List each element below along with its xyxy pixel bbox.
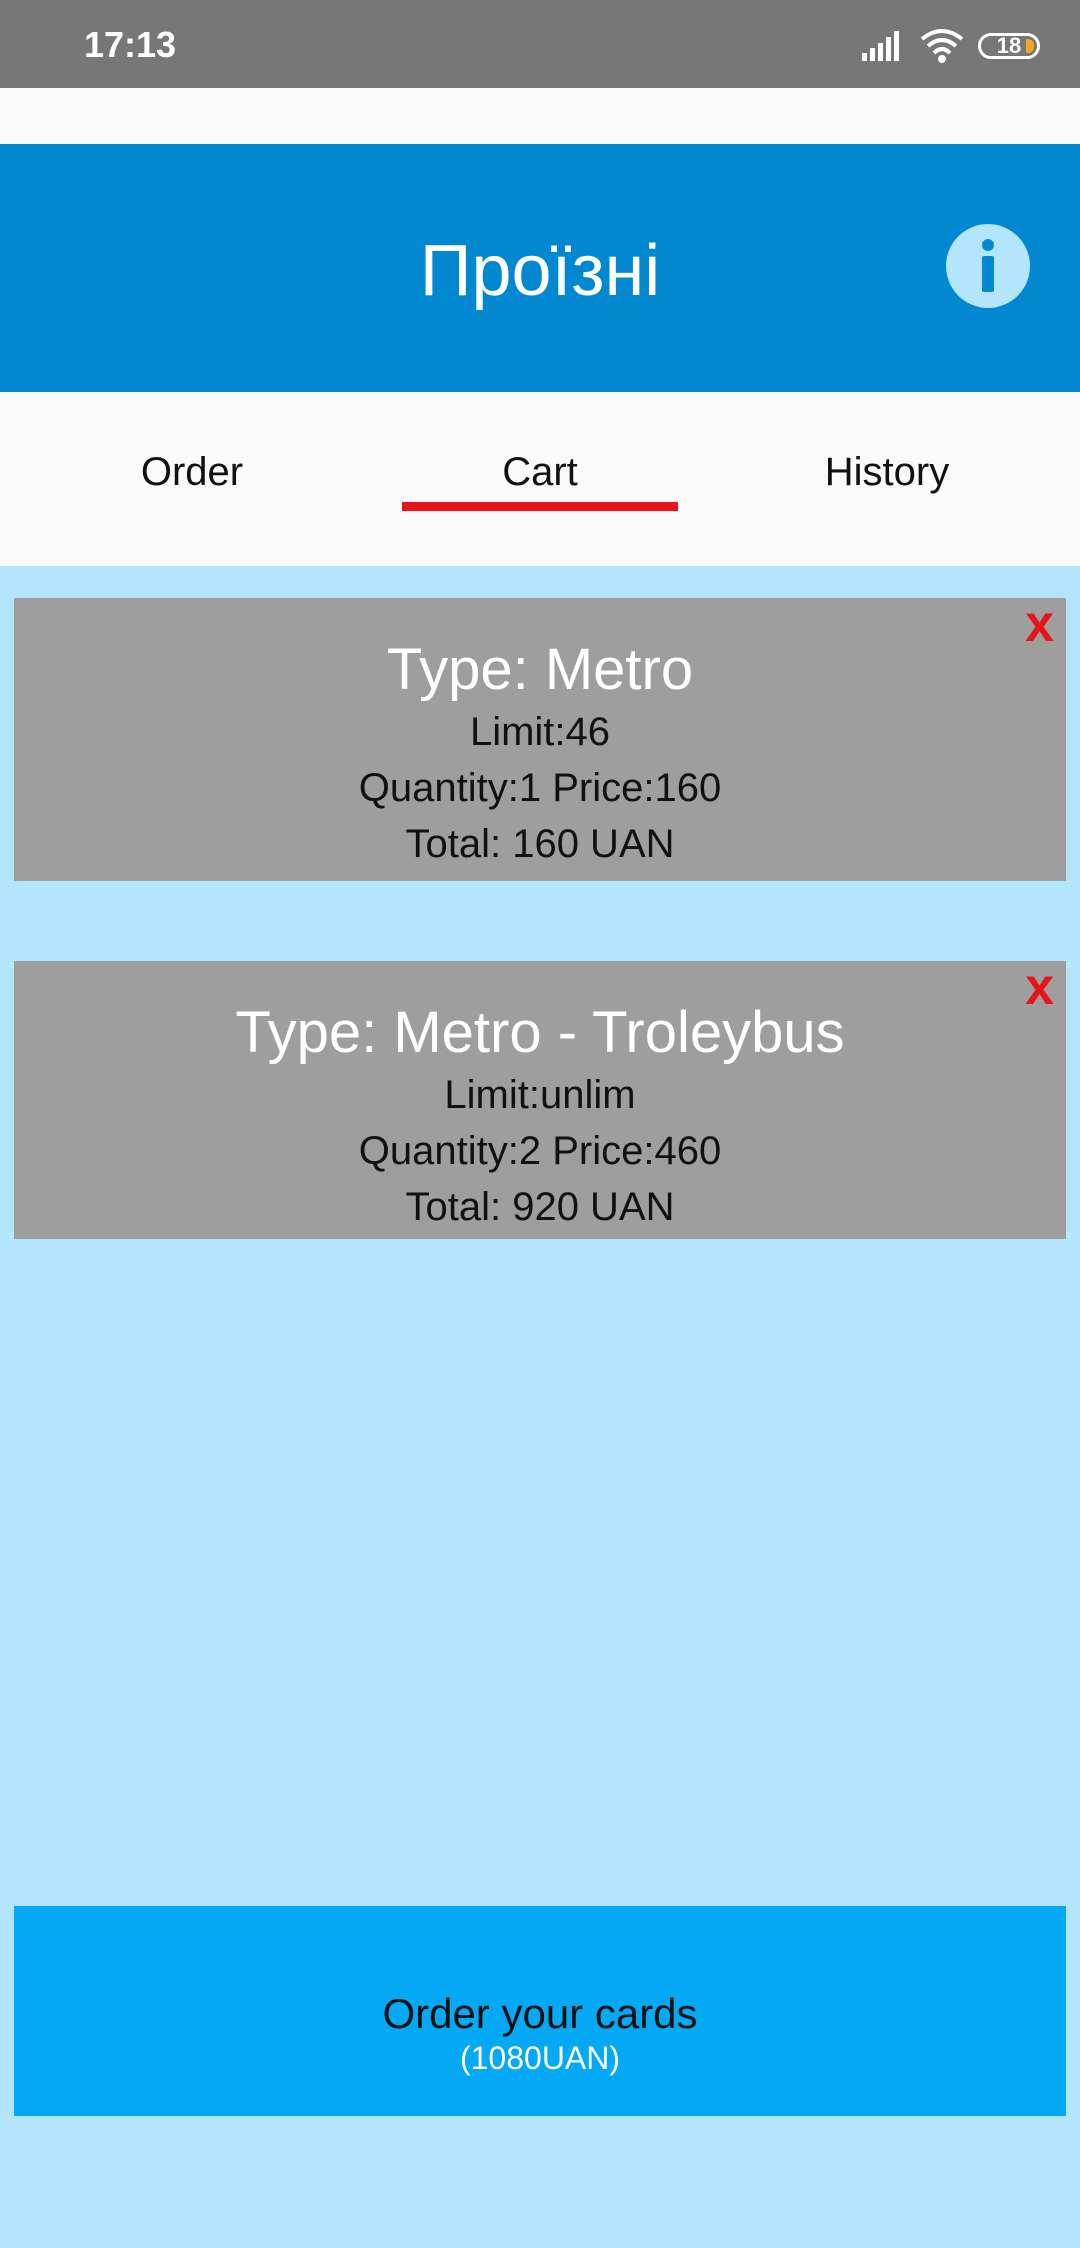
- order-cards-button[interactable]: Order your cards (1080UAN): [14, 1906, 1066, 2116]
- cart-item-type: Type: Metro - Troleybus: [235, 1000, 845, 1065]
- battery-level: 18: [996, 33, 1022, 58]
- wifi-icon: [920, 29, 964, 63]
- cart-item-limit: Limit:unlim: [444, 1073, 636, 1117]
- page-title: Проїзні: [419, 231, 661, 311]
- battery-icon: 18: [978, 33, 1040, 59]
- tab-history[interactable]: History: [747, 450, 1027, 495]
- cart-item-total: Total: 920 UAN: [405, 1185, 675, 1229]
- cart-item-quantity-price: Quantity:1 Price:160: [358, 766, 722, 810]
- status-time: 17:13: [84, 24, 177, 65]
- status-icons: 18: [862, 26, 1040, 66]
- cart-item-type: Type: Metro: [386, 637, 694, 702]
- tab-cart[interactable]: Cart: [400, 450, 680, 495]
- app-bar: Проїзні: [0, 144, 1080, 392]
- tab-order[interactable]: Order: [52, 450, 332, 495]
- info-icon: [982, 239, 994, 292]
- cart-item-total: Total: 160 UAN: [405, 822, 675, 866]
- order-button-total: (1080UAN): [459, 2040, 621, 2076]
- signal-icon: [862, 31, 899, 61]
- top-spacer: [0, 88, 1080, 144]
- cart-item: x Type: Metro - Troleybus Limit:unlim Qu…: [14, 961, 1066, 1239]
- cart-item-limit: Limit:46: [469, 710, 611, 754]
- cart-item-quantity-price: Quantity:2 Price:460: [358, 1129, 722, 1173]
- tab-selected-indicator: [402, 502, 678, 511]
- order-button-label: Order your cards: [382, 1990, 698, 2037]
- tab-bar: Order Cart History: [0, 392, 1080, 566]
- info-button[interactable]: [946, 224, 1030, 308]
- status-bar: 17:13 18: [0, 0, 1080, 88]
- cart-item: x Type: Metro Limit:46 Quantity:1 Price:…: [14, 598, 1066, 881]
